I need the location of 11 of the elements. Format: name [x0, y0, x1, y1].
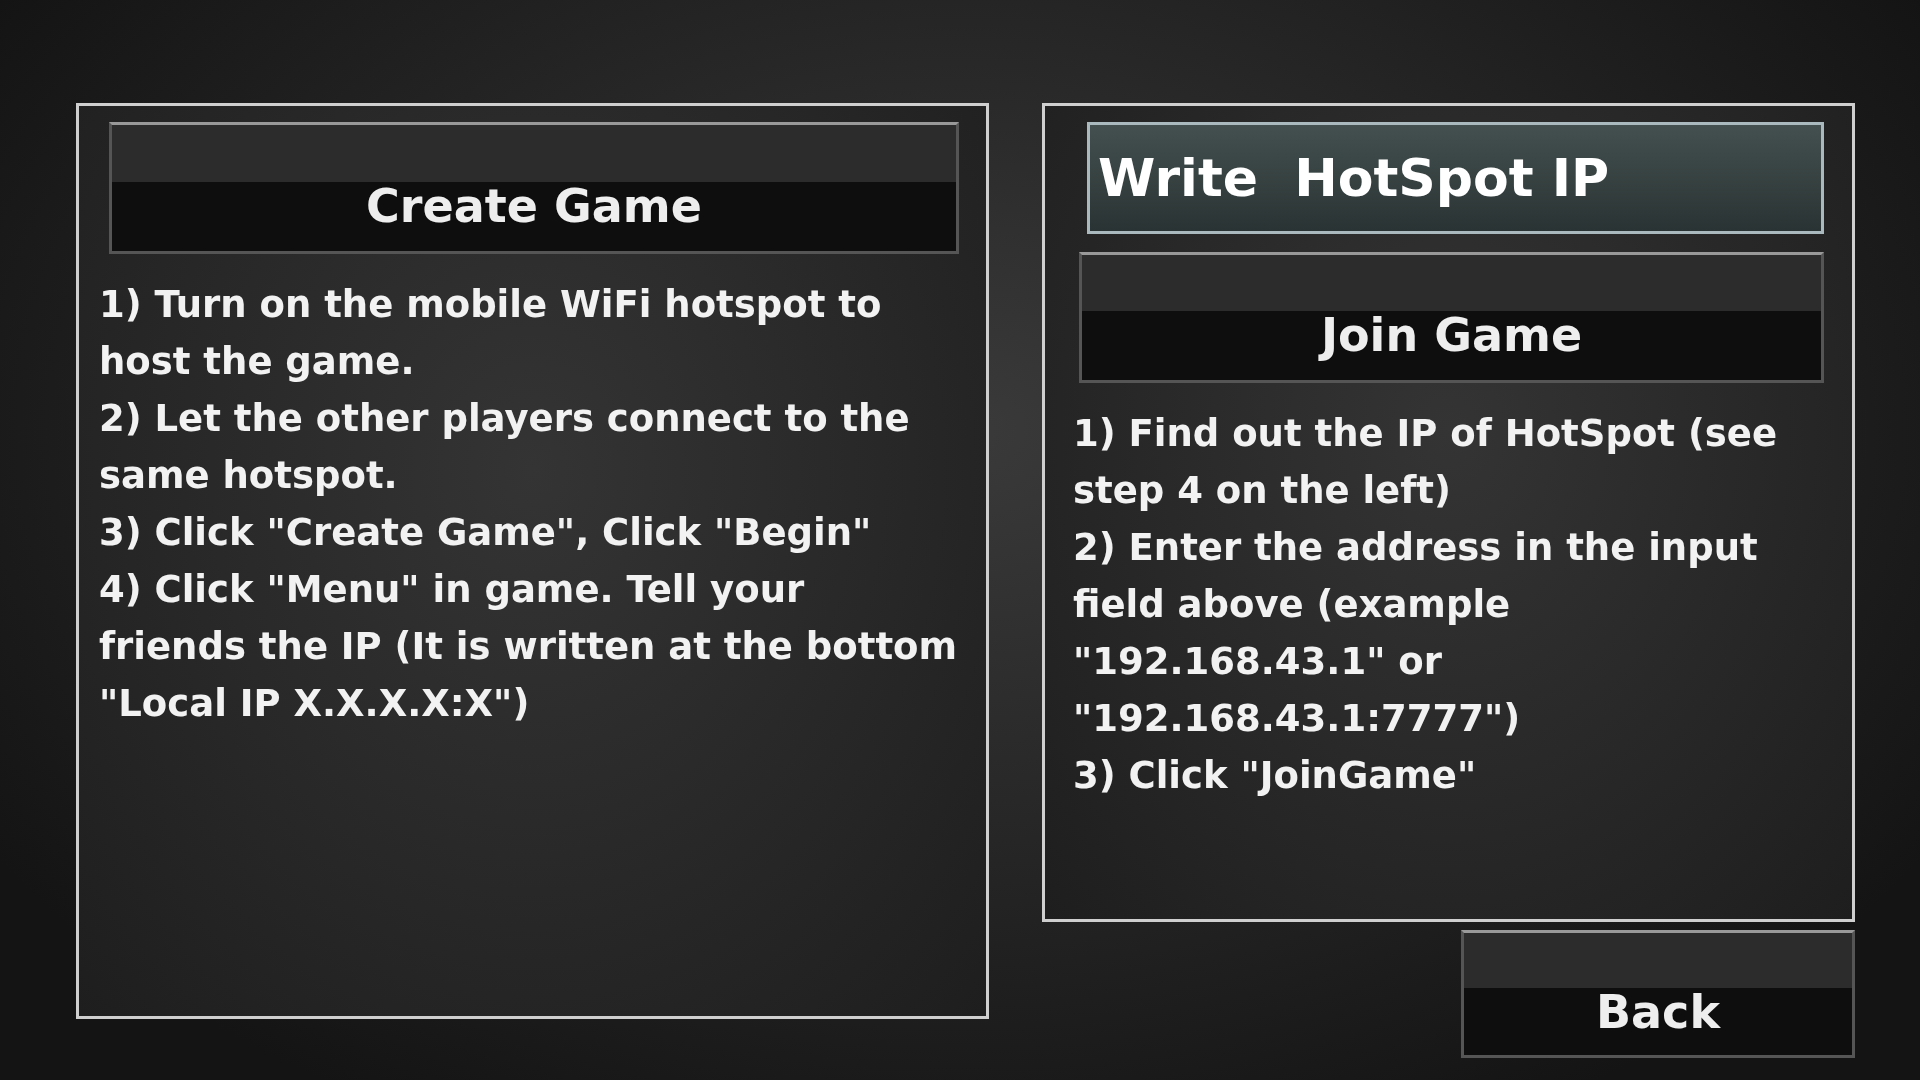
instruction-step: 3) Click "Create Game", Click "Begin" [99, 504, 958, 561]
instruction-step: 1) Turn on the mobile WiFi hotspot to host the game. [99, 276, 958, 390]
instruction-step: 2) Enter the address in the input field above (example "192.168.43.1" or "192.168.43.1:7777") [1073, 519, 1822, 747]
instruction-step: 1) Find out the IP of HotSpot (see step 4 on the left) [1073, 405, 1822, 519]
back-button[interactable]: Back [1461, 930, 1855, 1058]
join-game-button[interactable]: Join Game [1079, 252, 1824, 383]
create-game-button[interactable]: Create Game [109, 122, 959, 254]
instruction-step: 2) Let the other players connect to the same hotspot. [99, 390, 958, 504]
instruction-step: 4) Click "Menu" in game. Tell your friends the IP (It is written at the bottom "Local IP X.X.X.X:X") [99, 561, 958, 732]
instruction-step: 3) Click "JoinGame" [1073, 747, 1822, 804]
ip-input-field[interactable]: Write HotSpot IP [1087, 122, 1824, 234]
